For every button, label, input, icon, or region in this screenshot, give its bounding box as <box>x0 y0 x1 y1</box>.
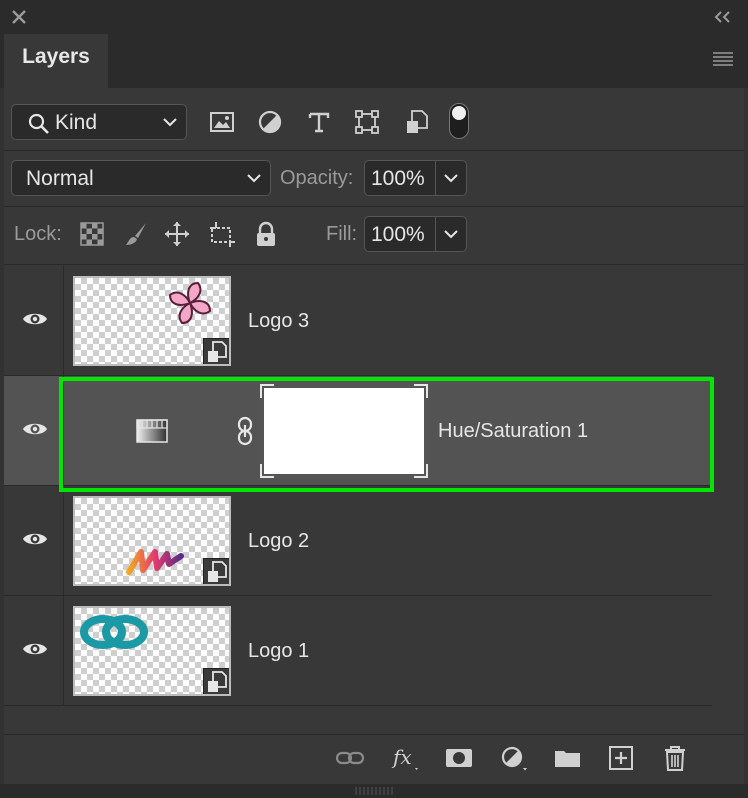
selection-highlight-box <box>59 377 714 492</box>
blend-mode-select[interactable]: Normal <box>11 160 271 196</box>
filter-kind-label: Kind <box>55 111 98 134</box>
smart-object-badge-icon <box>203 668 229 694</box>
field-divider <box>435 217 436 251</box>
lock-artboard-icon[interactable] <box>208 220 236 248</box>
lock-label: Lock: <box>14 223 62 245</box>
filter-toggle-switch[interactable] <box>449 103 469 139</box>
chevron-down-icon[interactable] <box>443 172 459 184</box>
smart-object-icon[interactable] <box>403 108 431 136</box>
search-icon <box>28 113 49 134</box>
tab-layers[interactable]: Layers <box>4 34 108 88</box>
fill-field[interactable]: 100% <box>364 216 467 252</box>
rings-logo-icon <box>80 615 148 649</box>
layer-thumbnail <box>73 276 231 366</box>
fill-label: Fill: <box>326 223 358 245</box>
smart-object-badge-icon <box>203 558 229 584</box>
divider <box>4 264 744 265</box>
layer-name[interactable]: Logo 3 <box>248 310 309 333</box>
flower-logo-icon <box>168 281 212 325</box>
smart-object-badge-icon <box>203 338 229 364</box>
blend-mode-value: Normal <box>26 167 94 190</box>
fx-icon[interactable]: fx <box>391 744 421 772</box>
divider <box>4 206 744 207</box>
new-layer-icon[interactable] <box>606 744 636 772</box>
close-icon[interactable] <box>10 8 28 26</box>
svg-text:fx: fx <box>391 745 412 769</box>
lock-move-icon[interactable] <box>163 220 191 248</box>
chevron-down-icon <box>163 118 177 127</box>
layer-row-logo-2[interactable]: Logo 2 <box>4 486 712 596</box>
toggle-knob <box>452 106 466 120</box>
image-icon[interactable] <box>208 108 236 136</box>
collapse-panel-icon[interactable] <box>712 8 734 26</box>
layer-thumbnail <box>73 496 231 586</box>
new-group-icon[interactable] <box>553 744 583 772</box>
chevron-down-icon <box>247 174 261 183</box>
divider <box>4 150 744 151</box>
delete-icon[interactable] <box>660 744 690 772</box>
opacity-field[interactable]: 100% <box>364 160 467 196</box>
layer-name[interactable]: Logo 1 <box>248 640 309 663</box>
type-icon[interactable] <box>305 108 333 136</box>
layer-thumbnail <box>73 606 231 696</box>
tab-row: Layers <box>0 34 748 88</box>
layer-row-logo-3[interactable]: Logo 3 <box>4 266 712 376</box>
link-layers-icon[interactable] <box>335 744 365 772</box>
layer-row-logo-1[interactable]: Logo 1 <box>4 596 712 706</box>
add-mask-icon[interactable] <box>444 744 474 772</box>
lock-transparent-icon[interactable] <box>78 220 106 248</box>
layer-name[interactable]: Logo 2 <box>248 530 309 553</box>
opacity-value: 100% <box>371 167 425 190</box>
scroll-track[interactable] <box>712 266 744 734</box>
fill-value: 100% <box>371 223 425 246</box>
eye-column-divider <box>4 266 64 706</box>
adjustment-circle-icon[interactable] <box>256 108 284 136</box>
filter-kind-select[interactable]: Kind <box>11 104 187 140</box>
squiggle-logo-icon <box>126 549 184 575</box>
chevron-down-icon[interactable] <box>443 228 459 240</box>
panel-menu-icon[interactable] <box>712 50 734 68</box>
field-divider <box>435 161 436 195</box>
shape-icon[interactable] <box>353 108 381 136</box>
panel-header-strip <box>0 0 748 34</box>
new-adjustment-icon[interactable] <box>499 744 529 772</box>
lock-all-icon[interactable] <box>252 220 280 248</box>
resize-grip-icon[interactable] <box>354 787 394 795</box>
lock-paint-icon[interactable] <box>122 220 150 248</box>
opacity-label: Opacity: <box>280 167 354 189</box>
layers-panel: Layers Kind Normal Opacity: 100% Lock: F… <box>0 0 748 798</box>
layers-empty-area <box>4 706 712 734</box>
